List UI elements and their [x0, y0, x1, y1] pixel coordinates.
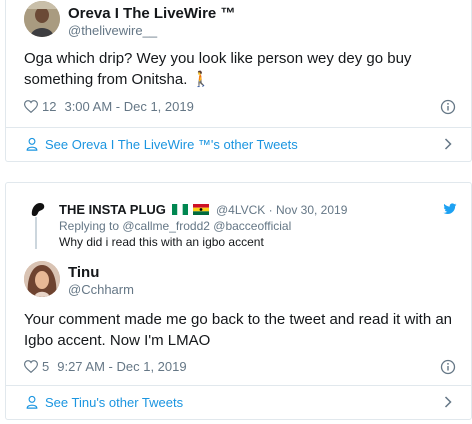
heart-icon[interactable] [24, 360, 38, 373]
reply-thread-line [35, 217, 37, 249]
tweet-card-tinu: THE INSTA PLUG @4LVCK · Nov 30, 2019 Rep… [5, 182, 472, 420]
tweet-meta: 5 9:27 AM - Dec 1, 2019 [24, 359, 187, 374]
quoted-avatar[interactable] [28, 199, 48, 219]
tweet-timestamp[interactable]: 9:27 AM - Dec 1, 2019 [57, 359, 186, 374]
avatar-photo [24, 261, 60, 297]
twitter-bird-icon[interactable] [443, 203, 457, 215]
flag-nigeria-icon [171, 204, 188, 215]
quoted-author-name[interactable]: THE INSTA PLUG [59, 202, 210, 217]
chevron-right-icon[interactable] [441, 395, 455, 409]
heart-icon[interactable] [24, 100, 38, 113]
divider [6, 385, 471, 386]
flag-ghana-icon [193, 204, 210, 215]
author-name[interactable]: Tinu [68, 264, 99, 281]
author-name[interactable]: Oreva I The LiveWire ™ [68, 5, 235, 22]
author-name-text: Oreva I The LiveWire [68, 5, 217, 22]
replying-to[interactable]: Replying to @callme_frodd2 @bacceofficia… [59, 219, 291, 233]
like-count[interactable]: 5 [42, 359, 49, 374]
other-tweets-footer[interactable]: See Tinu's other Tweets [6, 387, 471, 417]
tweet-timestamp[interactable]: 3:00 AM - Dec 1, 2019 [64, 99, 193, 114]
quoted-tweet-text: Why did i read this with an igbo accent [59, 235, 264, 249]
author-name-tm: ™ [220, 5, 236, 22]
author-handle[interactable]: @thelivewire__ [68, 23, 157, 38]
quoted-author-name-text: THE INSTA PLUG [59, 202, 166, 217]
person-icon [26, 395, 38, 409]
quoted-handle-date[interactable]: @4LVCK · Nov 30, 2019 [216, 203, 347, 217]
tweet-text: Oga which drip? Wey you look like person… [24, 50, 412, 88]
chevron-right-icon[interactable] [441, 137, 455, 151]
person-icon [26, 137, 38, 151]
avatar-photo [24, 1, 60, 37]
divider [6, 127, 471, 128]
avatar[interactable] [24, 261, 60, 297]
info-icon[interactable] [440, 99, 456, 115]
other-tweets-footer[interactable]: See Oreva I The LiveWire ™'s other Tweet… [6, 129, 471, 159]
quoted-avatar-image [28, 199, 48, 219]
other-tweets-link[interactable]: See Tinu's other Tweets [45, 395, 183, 410]
other-tweets-link[interactable]: See Oreva I The LiveWire ™'s other Tweet… [45, 137, 298, 152]
avatar[interactable] [24, 1, 60, 37]
like-count[interactable]: 12 [42, 99, 56, 114]
tweet-meta: 12 3:00 AM - Dec 1, 2019 [24, 99, 194, 114]
tweet-card-oreva: Oreva I The LiveWire ™ @thelivewire__ Og… [5, 0, 472, 162]
author-handle[interactable]: @Cchharm [68, 282, 134, 297]
tweet-text: Your comment made me go back to the twee… [24, 311, 453, 349]
info-icon[interactable] [440, 359, 456, 375]
